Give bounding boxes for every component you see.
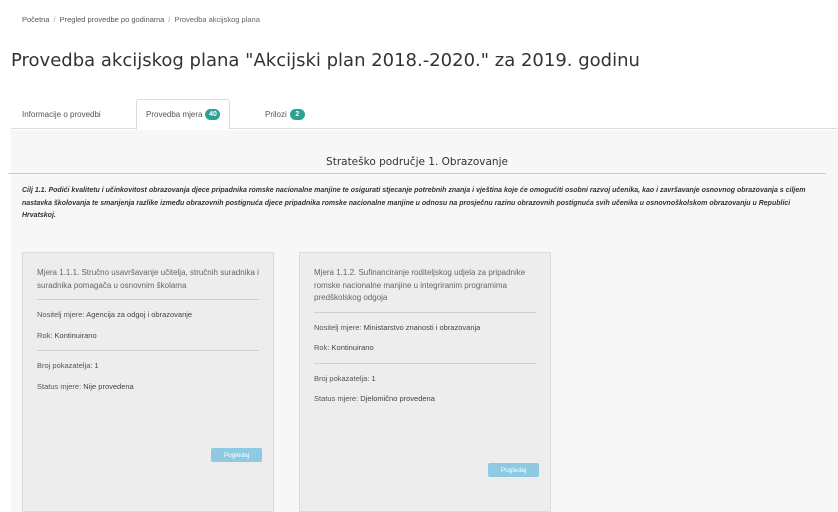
indicators-value: 1 bbox=[371, 373, 376, 383]
view-button[interactable]: Pogledaj bbox=[211, 448, 262, 462]
status-row: Status mjere: Djelomično provedena bbox=[314, 393, 536, 405]
measure-card: Mjera 1.1.1. Stručno usavršavanje učitel… bbox=[22, 252, 274, 512]
goal-text: Podići kvalitetu i učinkovitost obrazova… bbox=[22, 187, 806, 219]
status-row: Status mjere: Nije provedena bbox=[37, 381, 259, 393]
tab-prilozi[interactable]: Prilozi 2 bbox=[265, 99, 305, 129]
holder-row: Nositelj mjere: Ministarstvo znanosti i … bbox=[314, 322, 536, 334]
indicators-row: Broj pokazatelja: 1 bbox=[314, 373, 536, 385]
breadcrumb-separator: / bbox=[53, 15, 56, 24]
divider bbox=[37, 299, 259, 300]
divider bbox=[37, 350, 259, 351]
tab-label: Provedba mjera bbox=[146, 110, 203, 119]
breadcrumb-current: Provedba akcijskog plana bbox=[174, 15, 260, 24]
goal-label: Cilj 1.1. bbox=[22, 187, 47, 194]
goal-description: Cilj 1.1. Podići kvalitetu i učinkovitos… bbox=[22, 185, 822, 223]
indicators-label: Broj pokazatelja: bbox=[37, 361, 93, 370]
measure-title: Mjera 1.1.1. Stručno usavršavanje učitel… bbox=[37, 268, 259, 290]
status-label: Status mjere: bbox=[314, 394, 359, 403]
tab-informacije-o-provedbi[interactable]: Informacije o provedbi bbox=[22, 99, 101, 129]
indicators-row: Broj pokazatelja: 1 bbox=[37, 360, 259, 372]
tab-label: Informacije o provedbi bbox=[22, 109, 101, 119]
deadline-value: Kontinuirano bbox=[331, 343, 374, 352]
breadcrumb-home-link[interactable]: Početna bbox=[22, 15, 50, 24]
status-value: Nije provedena bbox=[83, 381, 134, 391]
holder-value: Agencija za odgoj i obrazovanje bbox=[86, 310, 193, 319]
view-button[interactable]: Pogledaj bbox=[488, 463, 539, 477]
status-label: Status mjere: bbox=[37, 381, 82, 391]
holder-label: Nositelj mjere: bbox=[314, 322, 362, 332]
breadcrumb-separator: / bbox=[168, 15, 171, 24]
holder-row: Nositelj mjere: Agencija za odgoj i obra… bbox=[37, 309, 259, 321]
holder-value: Ministarstvo znanosti i obrazovanja bbox=[363, 322, 481, 332]
divider bbox=[314, 311, 536, 313]
tab-bar: Informacije o provedbi Provedba mjera 40… bbox=[11, 99, 838, 130]
holder-label: Nositelj mjere: bbox=[37, 310, 85, 319]
deadline-label: Rok: bbox=[314, 343, 330, 352]
deadline-row: Rok: Kontinuirano bbox=[37, 330, 259, 342]
tab-label: Prilozi bbox=[265, 109, 287, 119]
status-value: Djelomično provedena bbox=[360, 394, 435, 403]
measure-card: Mjera 1.1.2. Sufinanciranje roditeljskog… bbox=[299, 252, 551, 512]
deadline-value: Kontinuirano bbox=[54, 330, 97, 340]
count-badge: 2 bbox=[289, 108, 305, 120]
deadline-row: Rok: Kontinuirano bbox=[314, 342, 536, 354]
tab-provedba-mjera[interactable]: Provedba mjera 40 bbox=[136, 99, 231, 130]
deadline-label: Rok: bbox=[37, 330, 53, 340]
breadcrumb-level2-link[interactable]: Pregled provedbe po godinama bbox=[60, 15, 165, 24]
indicators-label: Broj pokazatelja: bbox=[314, 373, 370, 383]
count-badge: 40 bbox=[205, 109, 221, 120]
divider bbox=[314, 362, 536, 364]
measure-title: Mjera 1.1.2. Sufinanciranje roditeljskog… bbox=[314, 268, 526, 302]
indicators-value: 1 bbox=[94, 361, 99, 370]
breadcrumb: Početna / Pregled provedbe po godinama / Pro… bbox=[22, 15, 260, 24]
section-title: Strateško područje 1. Obrazovanje bbox=[8, 156, 826, 174]
page-title: Provedba akcijskog plana "Akcijski plan … bbox=[11, 50, 640, 71]
